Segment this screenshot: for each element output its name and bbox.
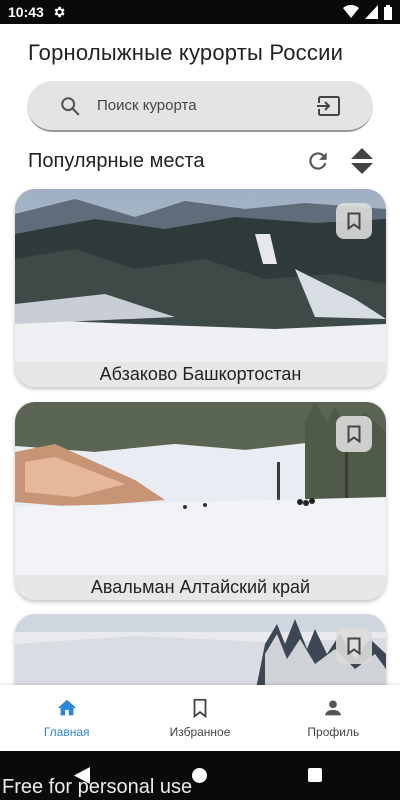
signal-icon <box>365 5 378 19</box>
recent-apps-button[interactable] <box>308 768 322 782</box>
bookmark-button[interactable] <box>336 203 372 239</box>
nav-home-label: Главная <box>43 725 90 739</box>
login-icon[interactable] <box>315 95 341 117</box>
nav-favorites-label: Избранное <box>169 725 231 739</box>
resort-card[interactable] <box>15 614 386 694</box>
bookmark-button[interactable] <box>336 628 372 664</box>
home-button[interactable] <box>192 768 207 783</box>
watermark-text: Free for personal use <box>2 776 193 798</box>
refresh-icon[interactable] <box>305 148 331 174</box>
bookmark-icon <box>193 698 207 719</box>
status-bar: 10:43 <box>0 0 400 24</box>
sort-icon[interactable] <box>350 146 374 176</box>
section-title: Популярные места <box>28 150 205 172</box>
bottom-navigation: Главная Избранное Профиль <box>0 685 400 751</box>
resort-card[interactable]: Авальман Алтайский край <box>15 402 386 600</box>
wifi-icon <box>343 5 359 18</box>
search-input[interactable] <box>97 97 297 114</box>
nav-profile-label: Профиль <box>307 725 360 739</box>
resort-photo <box>15 402 386 600</box>
resort-photo <box>15 189 386 387</box>
bookmark-button[interactable] <box>336 416 372 452</box>
card-caption: Авальман Алтайский край <box>15 575 386 600</box>
nav-profile[interactable]: Профиль <box>267 685 400 751</box>
nav-home[interactable]: Главная <box>0 685 133 751</box>
gear-icon <box>54 6 65 18</box>
search-icon <box>61 96 80 115</box>
search-bar[interactable] <box>27 81 373 132</box>
card-caption: Абзаково Башкортостан <box>15 362 386 387</box>
bookmark-icon <box>347 425 361 443</box>
bookmark-icon <box>347 637 361 655</box>
nav-favorites[interactable]: Избранное <box>133 685 266 751</box>
person-icon <box>325 700 342 716</box>
page-title: Горнолыжные курорты России <box>28 40 344 65</box>
resort-card[interactable]: Абзаково Башкортостан <box>15 189 386 387</box>
battery-icon <box>384 4 392 20</box>
status-time: 10:43 <box>8 4 44 20</box>
resort-photo <box>15 614 386 694</box>
bookmark-icon <box>347 212 361 230</box>
home-icon <box>57 699 76 716</box>
